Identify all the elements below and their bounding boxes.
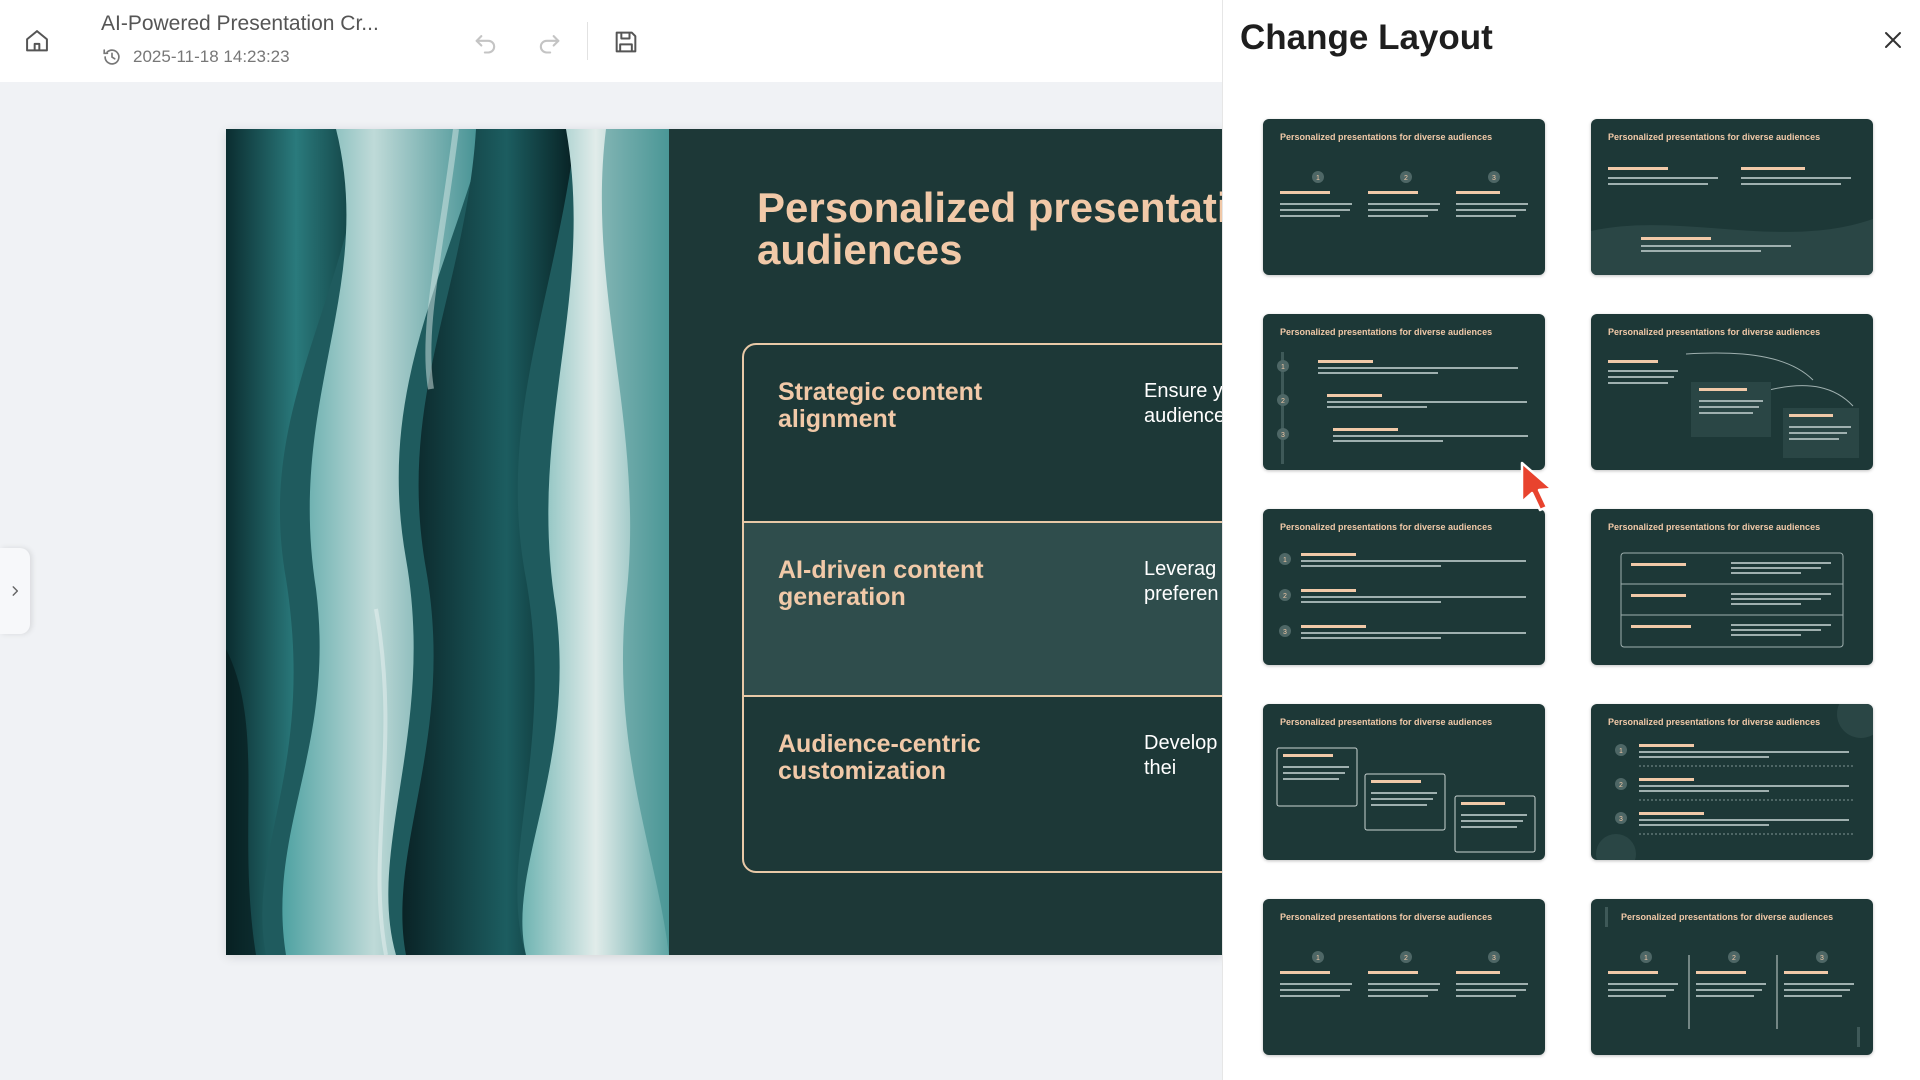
slide-background-image — [226, 129, 669, 955]
layout-preview-graphic: 1 2 3 — [1280, 171, 1528, 217]
layout-preview-graphic: 1 2 3 — [1596, 704, 1873, 860]
svg-text:1: 1 — [1619, 748, 1623, 755]
save-button[interactable] — [608, 24, 644, 60]
layout-option-5[interactable]: Personalized presentations for diverse a… — [1263, 509, 1545, 665]
svg-text:2: 2 — [1283, 593, 1287, 600]
layout-preview-graphic: 1 2 3 — [1279, 553, 1526, 639]
layout-option-6[interactable]: Personalized presentations for diverse a… — [1591, 509, 1873, 665]
top-bar: AI-Powered Presentation Cr... 2025-11-18… — [0, 0, 1222, 82]
row-label: Audience-centric customization — [778, 730, 981, 785]
row-description: Develop presenta to reson and thei — [1144, 732, 1226, 779]
panel-title: Change Layout — [1240, 18, 1493, 57]
layout-preview-graphic: 1 2 3 — [1605, 907, 1860, 1047]
svg-text:1: 1 — [1281, 364, 1285, 371]
row-label: AI-driven content generation — [778, 556, 984, 611]
svg-text:3: 3 — [1820, 955, 1824, 962]
svg-text:2: 2 — [1732, 955, 1736, 962]
svg-text:3: 3 — [1283, 629, 1287, 636]
layout-option-4[interactable]: Personalized presentations for diverse a… — [1591, 314, 1873, 470]
svg-text:3: 3 — [1281, 432, 1285, 439]
toolbar-divider — [587, 22, 588, 60]
layout-preview-graphic: 1 2 3 — [1277, 352, 1528, 464]
svg-text:1: 1 — [1644, 955, 1648, 962]
layout-option-2[interactable]: Personalized presentations for diverse a… — [1591, 119, 1873, 275]
slide-canvas[interactable]: Personalized presentatio audiences Strat… — [226, 129, 1226, 955]
layout-preview-graphic — [1276, 747, 1536, 853]
document-title[interactable]: AI-Powered Presentation Cr... — [101, 12, 379, 36]
svg-text:1: 1 — [1316, 175, 1320, 182]
close-icon — [1885, 32, 1901, 48]
layout-option-8[interactable]: Personalized presentations for diverse a… — [1591, 704, 1873, 860]
layout-option-3[interactable]: Personalized presentations for diverse a… — [1263, 314, 1545, 470]
svg-text:1: 1 — [1283, 557, 1287, 564]
chevron-right-icon — [12, 586, 19, 596]
svg-text:2: 2 — [1619, 782, 1623, 789]
layout-preview-graphic — [1620, 552, 1844, 648]
svg-text:3: 3 — [1492, 955, 1496, 962]
svg-text:3: 3 — [1492, 175, 1496, 182]
row-description: Leverag tailored p various a preferen — [1144, 558, 1226, 605]
row-label: Strategic content alignment — [778, 378, 983, 433]
layout-option-10[interactable]: Personalized presentations for diverse a… — [1591, 899, 1873, 1055]
redo-button[interactable] — [531, 24, 567, 60]
close-button[interactable] — [1877, 24, 1909, 56]
change-layout-panel: Change Layout Personalized presentations… — [1222, 0, 1920, 1080]
layout-preview-graphic — [1608, 352, 1859, 458]
undo-icon — [475, 35, 496, 54]
sidebar-expand-handle[interactable] — [0, 548, 30, 634]
home-icon — [26, 30, 48, 52]
slide-title[interactable]: Personalized presentatio audiences — [757, 187, 1226, 271]
svg-text:2: 2 — [1281, 398, 1285, 405]
svg-text:2: 2 — [1404, 175, 1408, 182]
layout-preview-graphic — [1591, 167, 1873, 275]
slide-content-table[interactable]: Strategic content alignment Ensure y ali… — [742, 343, 1226, 873]
undo-button[interactable] — [468, 24, 504, 60]
home-button[interactable] — [20, 24, 54, 58]
redo-icon — [539, 35, 560, 54]
layout-option-9[interactable]: Personalized presentations for diverse a… — [1263, 899, 1545, 1055]
document-meta: 2025-11-18 14:23:23 — [101, 46, 290, 68]
layout-option-7[interactable]: Personalized presentations for diverse a… — [1263, 704, 1545, 860]
table-row[interactable]: AI-driven content generation Leverag tai… — [744, 521, 1226, 697]
save-icon — [615, 31, 637, 53]
svg-text:1: 1 — [1316, 955, 1320, 962]
table-row[interactable]: Audience-centric customization Develop p… — [744, 697, 1226, 871]
layout-option-1[interactable]: Personalized presentations for diverse a… — [1263, 119, 1545, 275]
svg-text:2: 2 — [1404, 955, 1408, 962]
history-clock-icon[interactable] — [101, 46, 123, 68]
row-description: Ensure y aligned v knowled audience — [1144, 380, 1226, 427]
last-saved-timestamp: 2025-11-18 14:23:23 — [133, 47, 290, 66]
layout-preview-graphic: 1 2 3 — [1280, 951, 1528, 997]
table-row[interactable]: Strategic content alignment Ensure y ali… — [744, 345, 1226, 521]
svg-text:3: 3 — [1619, 816, 1623, 823]
